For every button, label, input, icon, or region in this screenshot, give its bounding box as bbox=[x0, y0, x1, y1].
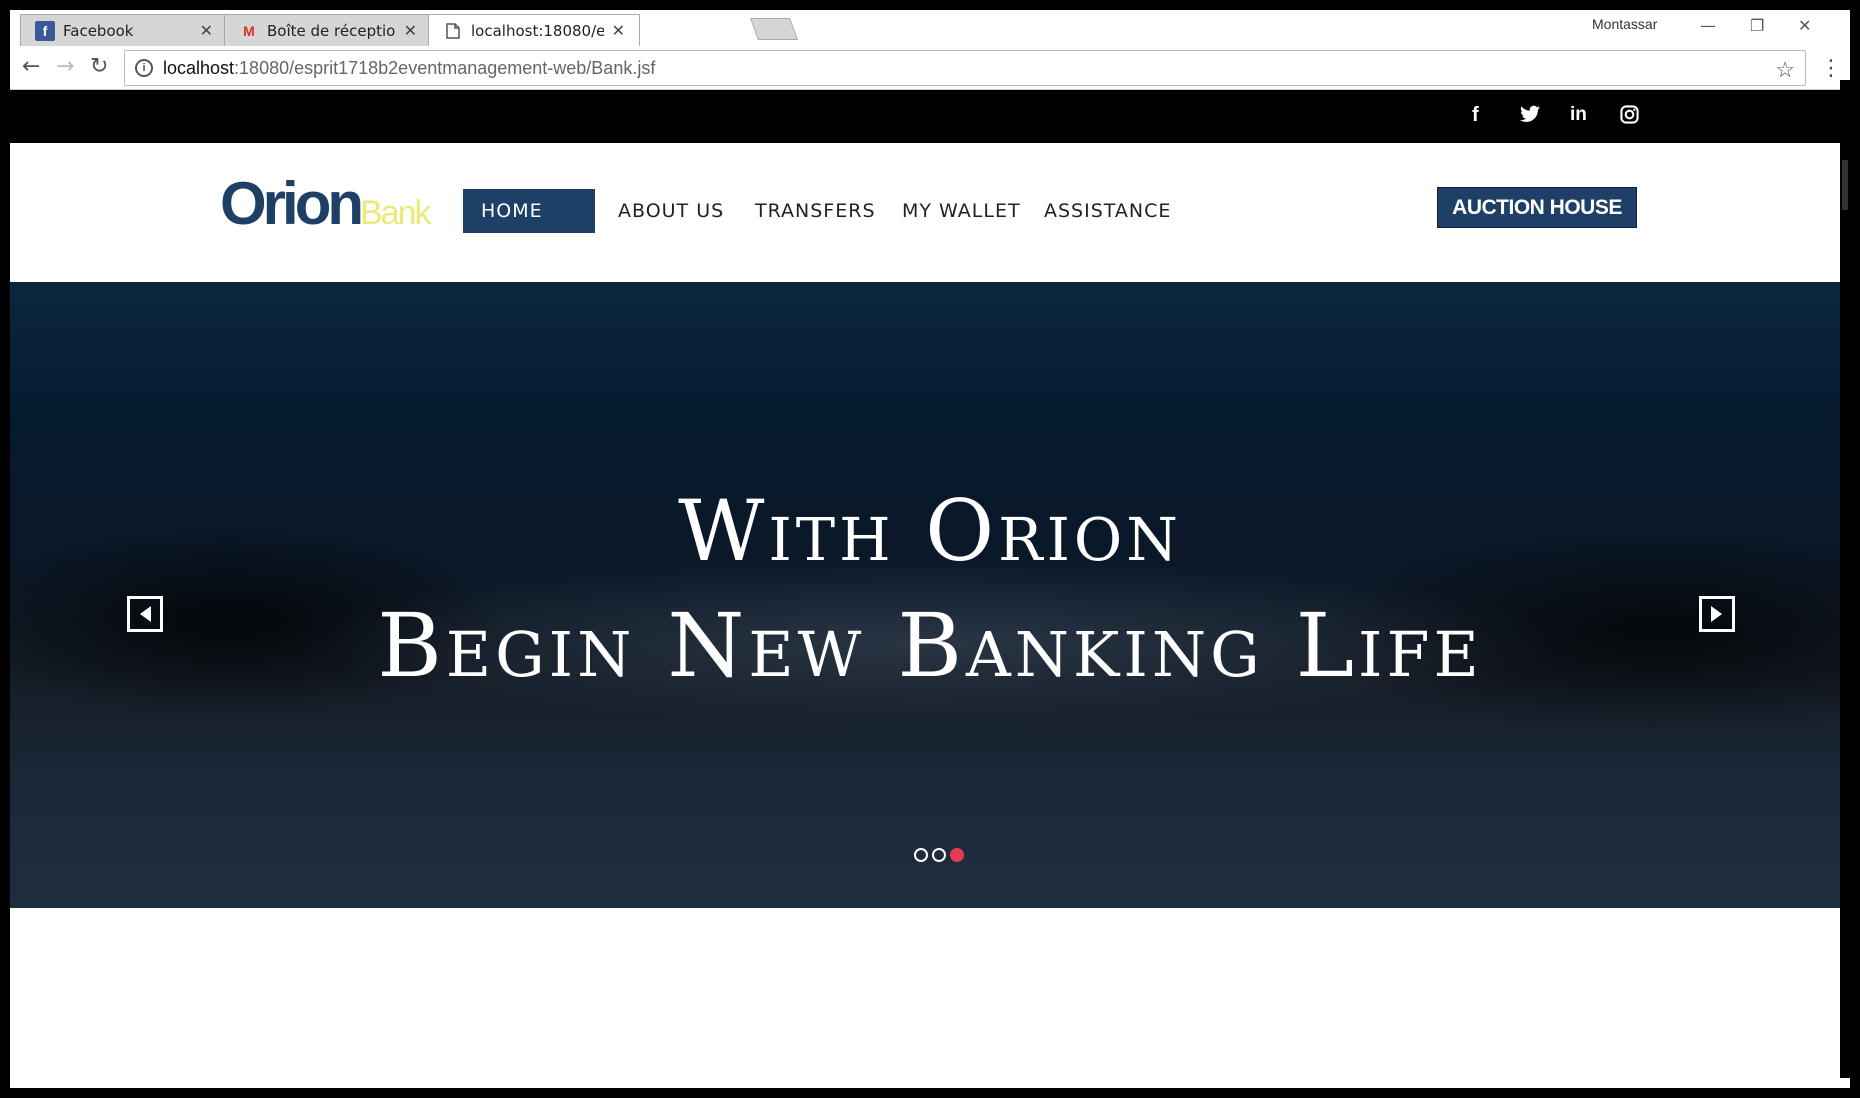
hero-heading-line2: Begin New Banking Life bbox=[377, 594, 1483, 697]
nav-about-us[interactable]: ABOUT US bbox=[618, 189, 724, 233]
nav-my-wallet[interactable]: MY WALLET bbox=[902, 189, 1021, 233]
new-tab-button[interactable] bbox=[749, 18, 799, 40]
browser-window: f Facebook ✕ M Boîte de réception (1 297… bbox=[10, 10, 1850, 1088]
slide-dot-3[interactable] bbox=[950, 848, 964, 862]
instagram-icon[interactable] bbox=[1620, 105, 1639, 128]
slide-dot-1[interactable] bbox=[914, 848, 928, 862]
close-icon[interactable]: ✕ bbox=[404, 21, 417, 40]
facebook-icon[interactable]: f bbox=[1472, 105, 1479, 125]
nav-assistance[interactable]: ASSISTANCE bbox=[1044, 189, 1171, 233]
nav-home[interactable]: HOME bbox=[463, 189, 595, 233]
tab-strip: f Facebook ✕ M Boîte de réception (1 297… bbox=[10, 10, 1850, 46]
site-header: OrionBank HOME ABOUT US TRANSFERS MY WAL… bbox=[10, 143, 1850, 282]
next-slide-button[interactable] bbox=[1699, 596, 1735, 632]
orion-bank-logo[interactable]: OrionBank bbox=[220, 169, 431, 238]
page-body bbox=[10, 908, 1850, 1088]
tab-title: Boîte de réception (1 297 bbox=[267, 21, 396, 40]
tab-title: localhost:18080/esprit17 bbox=[471, 21, 604, 40]
hero-slider: With Orion Begin New Banking Life bbox=[10, 282, 1850, 908]
document-icon bbox=[443, 21, 463, 41]
chevron-left-icon bbox=[140, 606, 151, 622]
hero-heading-line1: With Orion bbox=[678, 482, 1182, 580]
chevron-right-icon bbox=[1711, 606, 1722, 622]
prev-slide-button[interactable] bbox=[127, 596, 163, 632]
forward-arrow-icon[interactable]: → bbox=[56, 56, 74, 78]
slide-dot-2[interactable] bbox=[932, 848, 946, 862]
nav-transfers[interactable]: TRANSFERS bbox=[755, 189, 876, 233]
twitter-icon[interactable] bbox=[1520, 105, 1540, 127]
info-icon[interactable]: i bbox=[135, 59, 153, 77]
logo-secondary: Bank bbox=[360, 194, 431, 232]
restore-icon[interactable]: ❐ bbox=[1750, 16, 1764, 35]
close-icon[interactable]: ✕ bbox=[200, 21, 213, 40]
web-page: f in OrionBank HOME ABOUT US TRANSFERS M… bbox=[10, 90, 1850, 1088]
profile-name[interactable]: Montassar bbox=[1592, 16, 1657, 32]
auction-house-button[interactable]: AUCTION HOUSE bbox=[1437, 187, 1637, 228]
page-scrollbar[interactable] bbox=[1840, 80, 1850, 1078]
url-path: :18080/esprit1718b2eventmanagement-web/B… bbox=[234, 57, 656, 78]
close-icon[interactable]: ✕ bbox=[612, 21, 625, 40]
minimize-icon[interactable]: — bbox=[1700, 16, 1716, 35]
back-arrow-icon[interactable]: ← bbox=[22, 56, 40, 78]
slide-indicators bbox=[914, 848, 964, 862]
browser-toolbar: ← → ↻ i localhost:18080/esprit1718b2even… bbox=[10, 46, 1850, 90]
bookmark-star-icon[interactable]: ☆ bbox=[1775, 57, 1795, 83]
address-bar[interactable]: i localhost:18080/esprit1718b2eventmanag… bbox=[124, 50, 1806, 86]
tab-facebook[interactable]: f Facebook ✕ bbox=[20, 14, 228, 46]
tab-localhost[interactable]: localhost:18080/esprit17 ✕ bbox=[428, 14, 640, 46]
linkedin-icon[interactable]: in bbox=[1570, 105, 1587, 125]
facebook-favicon-icon: f bbox=[35, 20, 55, 41]
url-host: localhost bbox=[163, 57, 235, 78]
scrollbar-thumb[interactable] bbox=[1842, 160, 1848, 210]
logo-primary: Orion bbox=[220, 170, 364, 237]
reload-icon[interactable]: ↻ bbox=[90, 56, 108, 78]
menu-icon[interactable]: ⋮ bbox=[1820, 56, 1842, 81]
social-bar: f in bbox=[10, 90, 1850, 143]
window-close-icon[interactable]: ✕ bbox=[1798, 16, 1811, 35]
tab-title: Facebook bbox=[63, 21, 134, 40]
tab-gmail[interactable]: M Boîte de réception (1 297 ✕ bbox=[224, 14, 432, 46]
gmail-icon: M bbox=[243, 22, 255, 39]
